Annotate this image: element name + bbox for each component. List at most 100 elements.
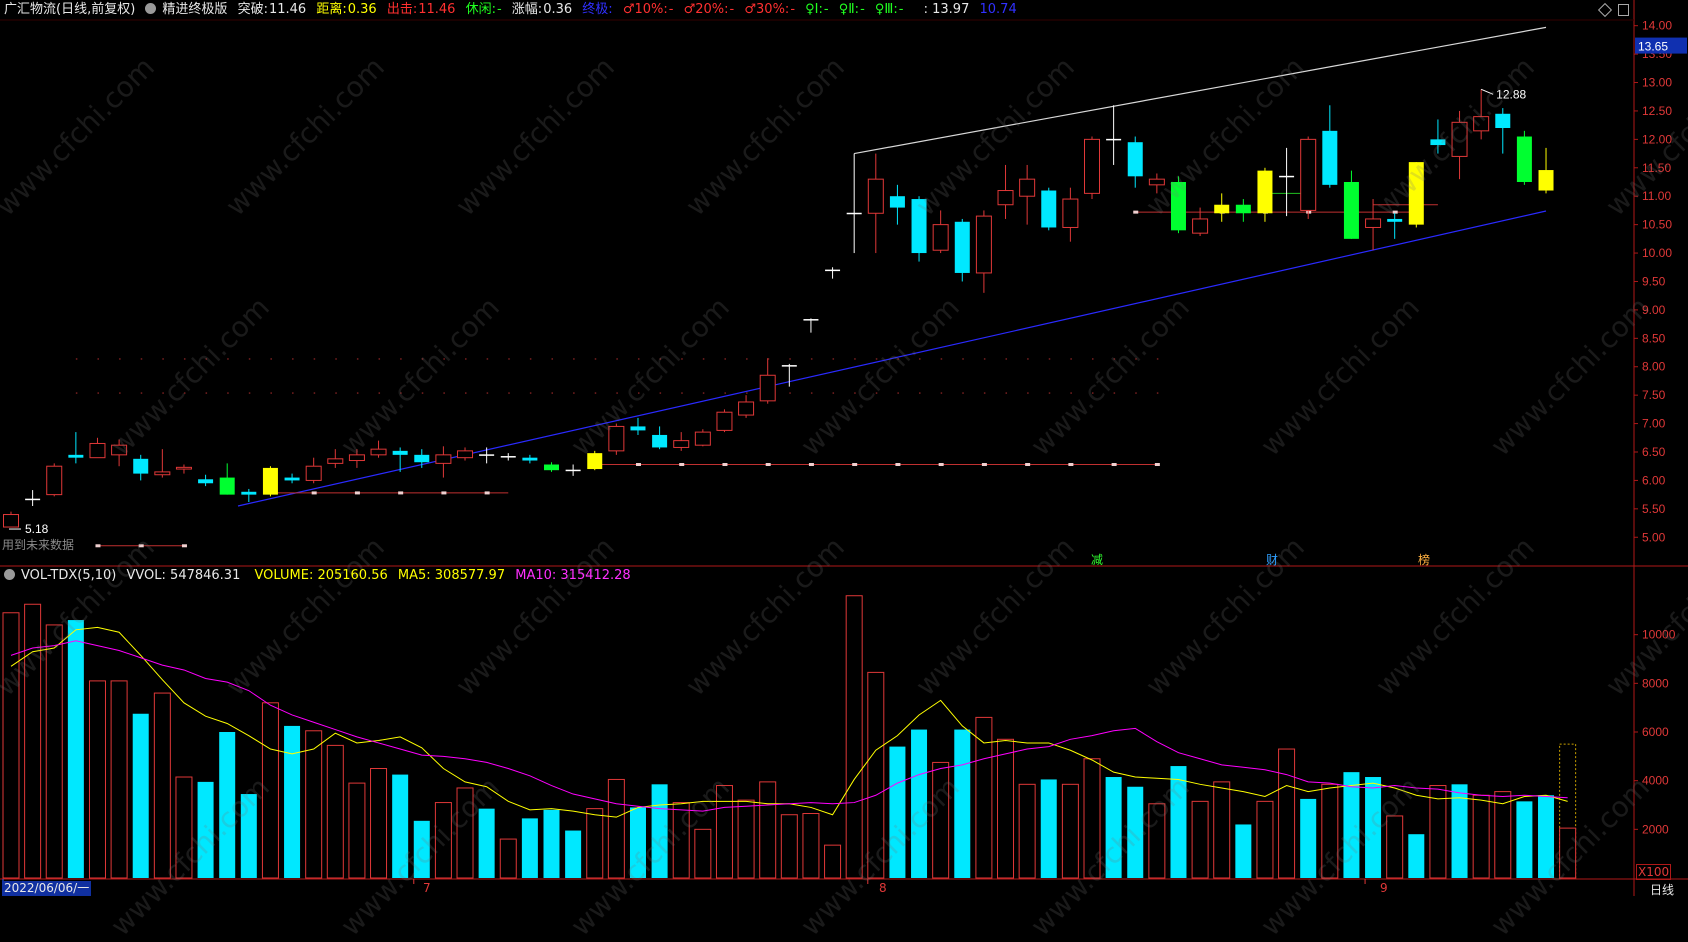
indicator-settings-icon[interactable]	[145, 3, 157, 14]
volume-bar	[2, 612, 20, 879]
zhongji-label: 终极:	[582, 2, 613, 17]
volume-bar	[88, 680, 106, 879]
tupo-label: 突破:	[237, 2, 268, 17]
volume-bar	[1321, 783, 1339, 879]
volume-bar	[543, 809, 560, 878]
volume-bar	[1343, 772, 1360, 878]
price-tick-label: 5.00	[1642, 530, 1666, 544]
xiuxian-label: 休闲:	[465, 2, 496, 17]
juli-label: 距离:	[316, 2, 347, 17]
faint-level-dot	[270, 392, 272, 394]
candle-body	[1451, 121, 1468, 157]
support-trendline	[237, 210, 1547, 507]
faint-level-dot	[1048, 358, 1051, 360]
p10-label: ♂10%:	[622, 2, 668, 17]
candle-body	[500, 456, 516, 458]
faint-level-dot	[1027, 392, 1029, 394]
faint-level-dot	[1113, 392, 1116, 394]
faint-level-dot	[227, 392, 229, 394]
faint-level-dot	[75, 392, 78, 394]
indicator-name[interactable]: 精进终极版	[162, 2, 227, 17]
volume-settings-icon[interactable]	[4, 569, 15, 580]
volume-bar	[284, 725, 301, 878]
price-tick-label: 12.50	[1642, 104, 1672, 118]
faint-level-dot	[140, 358, 143, 360]
candle-body	[997, 190, 1014, 206]
p20-value: -	[729, 2, 735, 17]
volume-bar	[1494, 791, 1512, 879]
candle-body	[241, 491, 257, 495]
q3-value: -	[898, 2, 904, 17]
volume-bar	[759, 781, 777, 879]
candle-body	[1214, 204, 1230, 214]
vvol-value: VVOL: 547846.31	[126, 568, 241, 583]
candle-body	[652, 434, 668, 448]
future-level-line-dot	[95, 544, 101, 548]
p30-label: ♂30%:	[744, 2, 790, 17]
price-tick-label: 8.50	[1642, 331, 1666, 345]
period-label[interactable]: 日线	[1650, 881, 1674, 898]
faint-level-dot	[313, 392, 316, 394]
level-line-2-dot	[722, 463, 728, 467]
volume-bar	[824, 844, 842, 879]
high-annotation-pointer	[1480, 88, 1494, 95]
volume-bar	[867, 671, 885, 879]
volume-bar	[456, 787, 474, 879]
candle-body	[738, 401, 755, 416]
faint-level-dot	[1005, 358, 1008, 360]
faint-level-dot	[1070, 392, 1072, 394]
candle-body	[89, 442, 106, 459]
faint-level-dot	[810, 392, 813, 394]
candle-body	[198, 479, 214, 484]
faint-level-dot	[832, 358, 835, 360]
price-tick-label: 7.50	[1642, 388, 1666, 402]
q2-label: ♀Ⅱ:	[838, 2, 860, 17]
faint-level-dot	[486, 358, 489, 360]
price-tick-label: 13.00	[1642, 76, 1672, 90]
faint-level-dot	[529, 392, 532, 394]
faint-level-dot	[248, 392, 251, 394]
volume-bar	[1105, 777, 1122, 878]
faint-level-dot	[508, 392, 510, 394]
faint-level-dot	[551, 358, 553, 360]
faint-level-dot	[637, 392, 640, 394]
q1-label: ♀Ⅰ:	[805, 2, 823, 17]
faint-level-dot	[1135, 392, 1137, 394]
event-marker-jian[interactable]: 减	[1091, 551, 1103, 568]
volume-bar	[1278, 748, 1296, 879]
q2-value: -	[860, 2, 865, 17]
volume-bar	[911, 729, 928, 878]
price-tick-label: 6.50	[1642, 445, 1666, 459]
volume-bar	[153, 692, 171, 879]
price-tick-label: 9.50	[1642, 274, 1666, 288]
level-line-2-dot	[895, 463, 901, 467]
candle-body	[25, 498, 41, 501]
volume-bar	[305, 730, 323, 879]
faint-level-dot	[443, 392, 445, 394]
volume-bar	[67, 620, 84, 878]
juli-value: 0.36	[347, 2, 377, 17]
volume-bar	[1213, 781, 1231, 879]
volume-bar	[565, 830, 582, 878]
faint-level-dot	[962, 392, 964, 394]
volume-bar	[737, 799, 755, 879]
candle-body	[1257, 170, 1273, 214]
candle-body	[305, 465, 322, 481]
chuji-value: 11.46	[418, 2, 456, 17]
event-marker-bang[interactable]: 榜	[1418, 551, 1430, 568]
candle-body	[889, 196, 905, 208]
header-value-1: : 13.97	[923, 2, 970, 17]
volume-bar	[932, 761, 950, 879]
volume-bar	[1559, 827, 1577, 879]
window-restore-icon[interactable]	[1618, 4, 1629, 16]
volume-bar	[1300, 798, 1317, 878]
volume-bar	[586, 808, 604, 879]
volume-bar	[997, 738, 1015, 879]
volume-bar	[780, 814, 798, 879]
faint-level-dot	[746, 358, 748, 360]
candle-body	[608, 425, 625, 452]
volume-indicator-name[interactable]: VOL-TDX(5,10)	[21, 568, 116, 583]
faint-level-dot	[919, 358, 921, 360]
faint-level-dot	[227, 358, 229, 360]
event-marker-cai[interactable]: 财	[1266, 551, 1278, 568]
